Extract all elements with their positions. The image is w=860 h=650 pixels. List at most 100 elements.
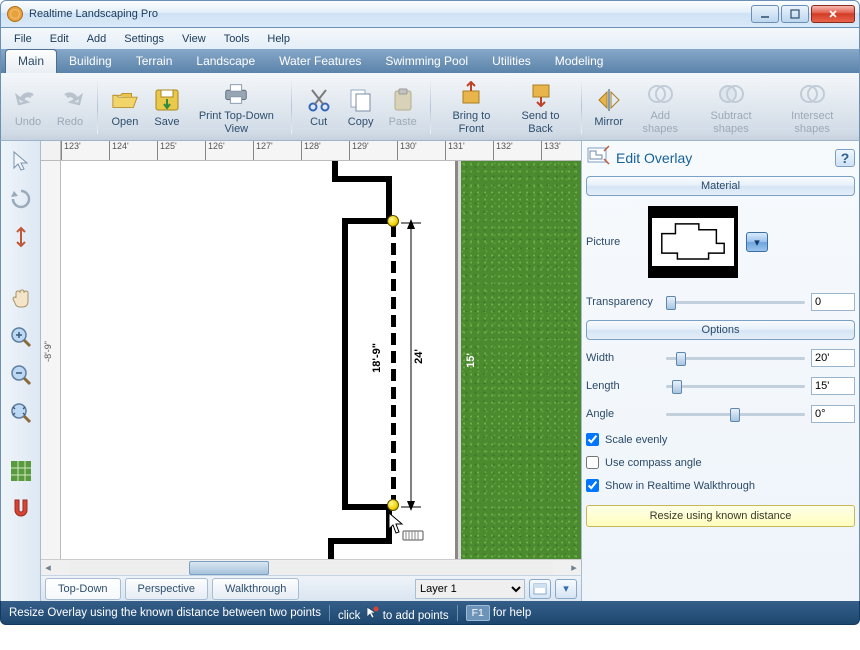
copy-button[interactable]: Copy (340, 84, 382, 128)
material-group-header[interactable]: Material (586, 176, 855, 196)
tab-top-down[interactable]: Top-Down (45, 578, 121, 600)
ribbon-tab-building[interactable]: Building (57, 50, 124, 73)
layer-visibility-button[interactable] (529, 579, 551, 599)
cut-button[interactable]: Cut (298, 84, 340, 128)
compass-angle-checkbox[interactable]: Use compass angle (586, 456, 855, 469)
angle-label: Angle (586, 408, 660, 420)
ruler-tick: 123' (61, 141, 81, 160)
dim-grass: 15' (465, 353, 477, 368)
menu-file[interactable]: File (7, 31, 39, 47)
picture-dropdown-button[interactable]: ▾ (746, 232, 768, 252)
move-vertical-tool[interactable] (5, 221, 37, 253)
zoom-out-tool[interactable] (5, 359, 37, 391)
length-label: Length (586, 380, 660, 392)
minimize-button[interactable] (751, 5, 779, 23)
menu-help[interactable]: Help (260, 31, 297, 47)
layer-select[interactable]: Layer 1 (415, 579, 525, 599)
add-point-icon (364, 604, 380, 620)
pan-tool[interactable] (5, 283, 37, 315)
send-back-icon (527, 80, 555, 108)
canvas-area: 123'124'125'126'127'128'129'130'131'132'… (41, 141, 581, 601)
zoom-extents-tool[interactable] (5, 397, 37, 429)
tab-perspective[interactable]: Perspective (125, 578, 208, 600)
intersect-shapes-button[interactable]: Intersect shapes (771, 78, 853, 134)
open-button[interactable]: Open (104, 84, 146, 128)
width-slider[interactable] (666, 350, 805, 366)
length-value[interactable] (811, 377, 855, 395)
paste-icon (389, 86, 417, 114)
snap-toggle[interactable] (5, 493, 37, 525)
save-button[interactable]: Save (146, 84, 188, 128)
tool-sidebar (1, 141, 41, 601)
paste-button[interactable]: Paste (382, 84, 424, 128)
width-value[interactable] (811, 349, 855, 367)
redo-button[interactable]: Redo (49, 84, 91, 128)
overlay-icon (586, 145, 610, 170)
maximize-button[interactable] (781, 5, 809, 23)
select-tool[interactable] (5, 145, 37, 177)
panel-title: Edit Overlay (616, 150, 692, 166)
view-tabs: Top-Down Perspective Walkthrough Layer 1… (41, 575, 581, 601)
undo-icon (14, 86, 42, 114)
dim-main: 24' (413, 349, 425, 364)
grid-toggle[interactable] (5, 455, 37, 487)
undo-button[interactable]: Undo (7, 84, 49, 128)
ribbon-tab-landscape[interactable]: Landscape (184, 50, 267, 73)
transparency-label: Transparency (586, 296, 660, 308)
grass-region (461, 161, 581, 559)
angle-slider[interactable] (666, 406, 805, 422)
ruler-corner (41, 141, 61, 161)
add-shapes-icon (646, 80, 674, 108)
ribbon-tab-swimming-pool[interactable]: Swimming Pool (373, 50, 480, 73)
ribbon-tab-modeling[interactable]: Modeling (543, 50, 616, 73)
work-area: 123'124'125'126'127'128'129'130'131'132'… (0, 141, 860, 601)
folder-open-icon (111, 86, 139, 114)
transparency-slider[interactable] (666, 294, 805, 310)
bring-to-front-button[interactable]: Bring to Front (437, 78, 507, 134)
show-walkthrough-checkbox[interactable]: Show in Realtime Walkthrough (586, 479, 855, 492)
scale-evenly-checkbox[interactable]: Scale evenly (586, 433, 855, 446)
scrollbar-thumb[interactable] (189, 561, 269, 575)
length-slider[interactable] (666, 378, 805, 394)
resize-known-distance-button[interactable]: Resize using known distance (586, 505, 855, 527)
ribbon-tab-water-features[interactable]: Water Features (267, 50, 373, 73)
options-group-header[interactable]: Options (586, 320, 855, 340)
angle-value[interactable] (811, 405, 855, 423)
send-to-back-button[interactable]: Send to Back (506, 78, 575, 134)
subtract-shapes-button[interactable]: Subtract shapes (691, 78, 772, 134)
save-icon (153, 86, 181, 114)
ribbon-tab-terrain[interactable]: Terrain (124, 50, 185, 73)
picture-label: Picture (586, 236, 640, 248)
mirror-button[interactable]: Mirror (588, 84, 630, 128)
measure-point-bottom[interactable] (387, 499, 399, 511)
menu-view[interactable]: View (175, 31, 213, 47)
design-canvas[interactable]: 24' 18'-9" 15' (61, 161, 581, 559)
status-help-hint: F1for help (466, 605, 532, 621)
measure-line (391, 225, 396, 503)
ruler-tick: 129' (349, 141, 369, 160)
ruler-tick: 126' (205, 141, 225, 160)
close-button[interactable] (811, 5, 855, 23)
help-button[interactable]: ? (835, 149, 855, 167)
menu-settings[interactable]: Settings (117, 31, 171, 47)
menu-tools[interactable]: Tools (217, 31, 257, 47)
titlebar: Realtime Landscaping Pro (0, 0, 860, 28)
rotate-tool[interactable] (5, 183, 37, 215)
statusbar: Resize Overlay using the known distance … (0, 601, 860, 625)
zoom-in-tool[interactable] (5, 321, 37, 353)
property-panel: Edit Overlay ? Material Picture ▾ Transp… (581, 141, 859, 601)
ruler-tick: 131' (445, 141, 465, 160)
print-button[interactable]: Print Top-Down View (188, 78, 285, 134)
layer-dropdown-button[interactable]: ▾ (555, 579, 577, 599)
measure-point-top[interactable] (387, 215, 399, 227)
menu-add[interactable]: Add (80, 31, 114, 47)
ribbon-tab-main[interactable]: Main (5, 49, 57, 73)
tab-walkthrough[interactable]: Walkthrough (212, 578, 299, 600)
transparency-value[interactable] (811, 293, 855, 311)
plan-outline (309, 161, 459, 559)
ribbon-tab-utilities[interactable]: Utilities (480, 50, 543, 73)
ruler-tick: 130' (397, 141, 417, 160)
add-shapes-button[interactable]: Add shapes (630, 78, 691, 134)
horizontal-scrollbar[interactable]: ◂ ▸ (41, 559, 581, 575)
menu-edit[interactable]: Edit (43, 31, 76, 47)
